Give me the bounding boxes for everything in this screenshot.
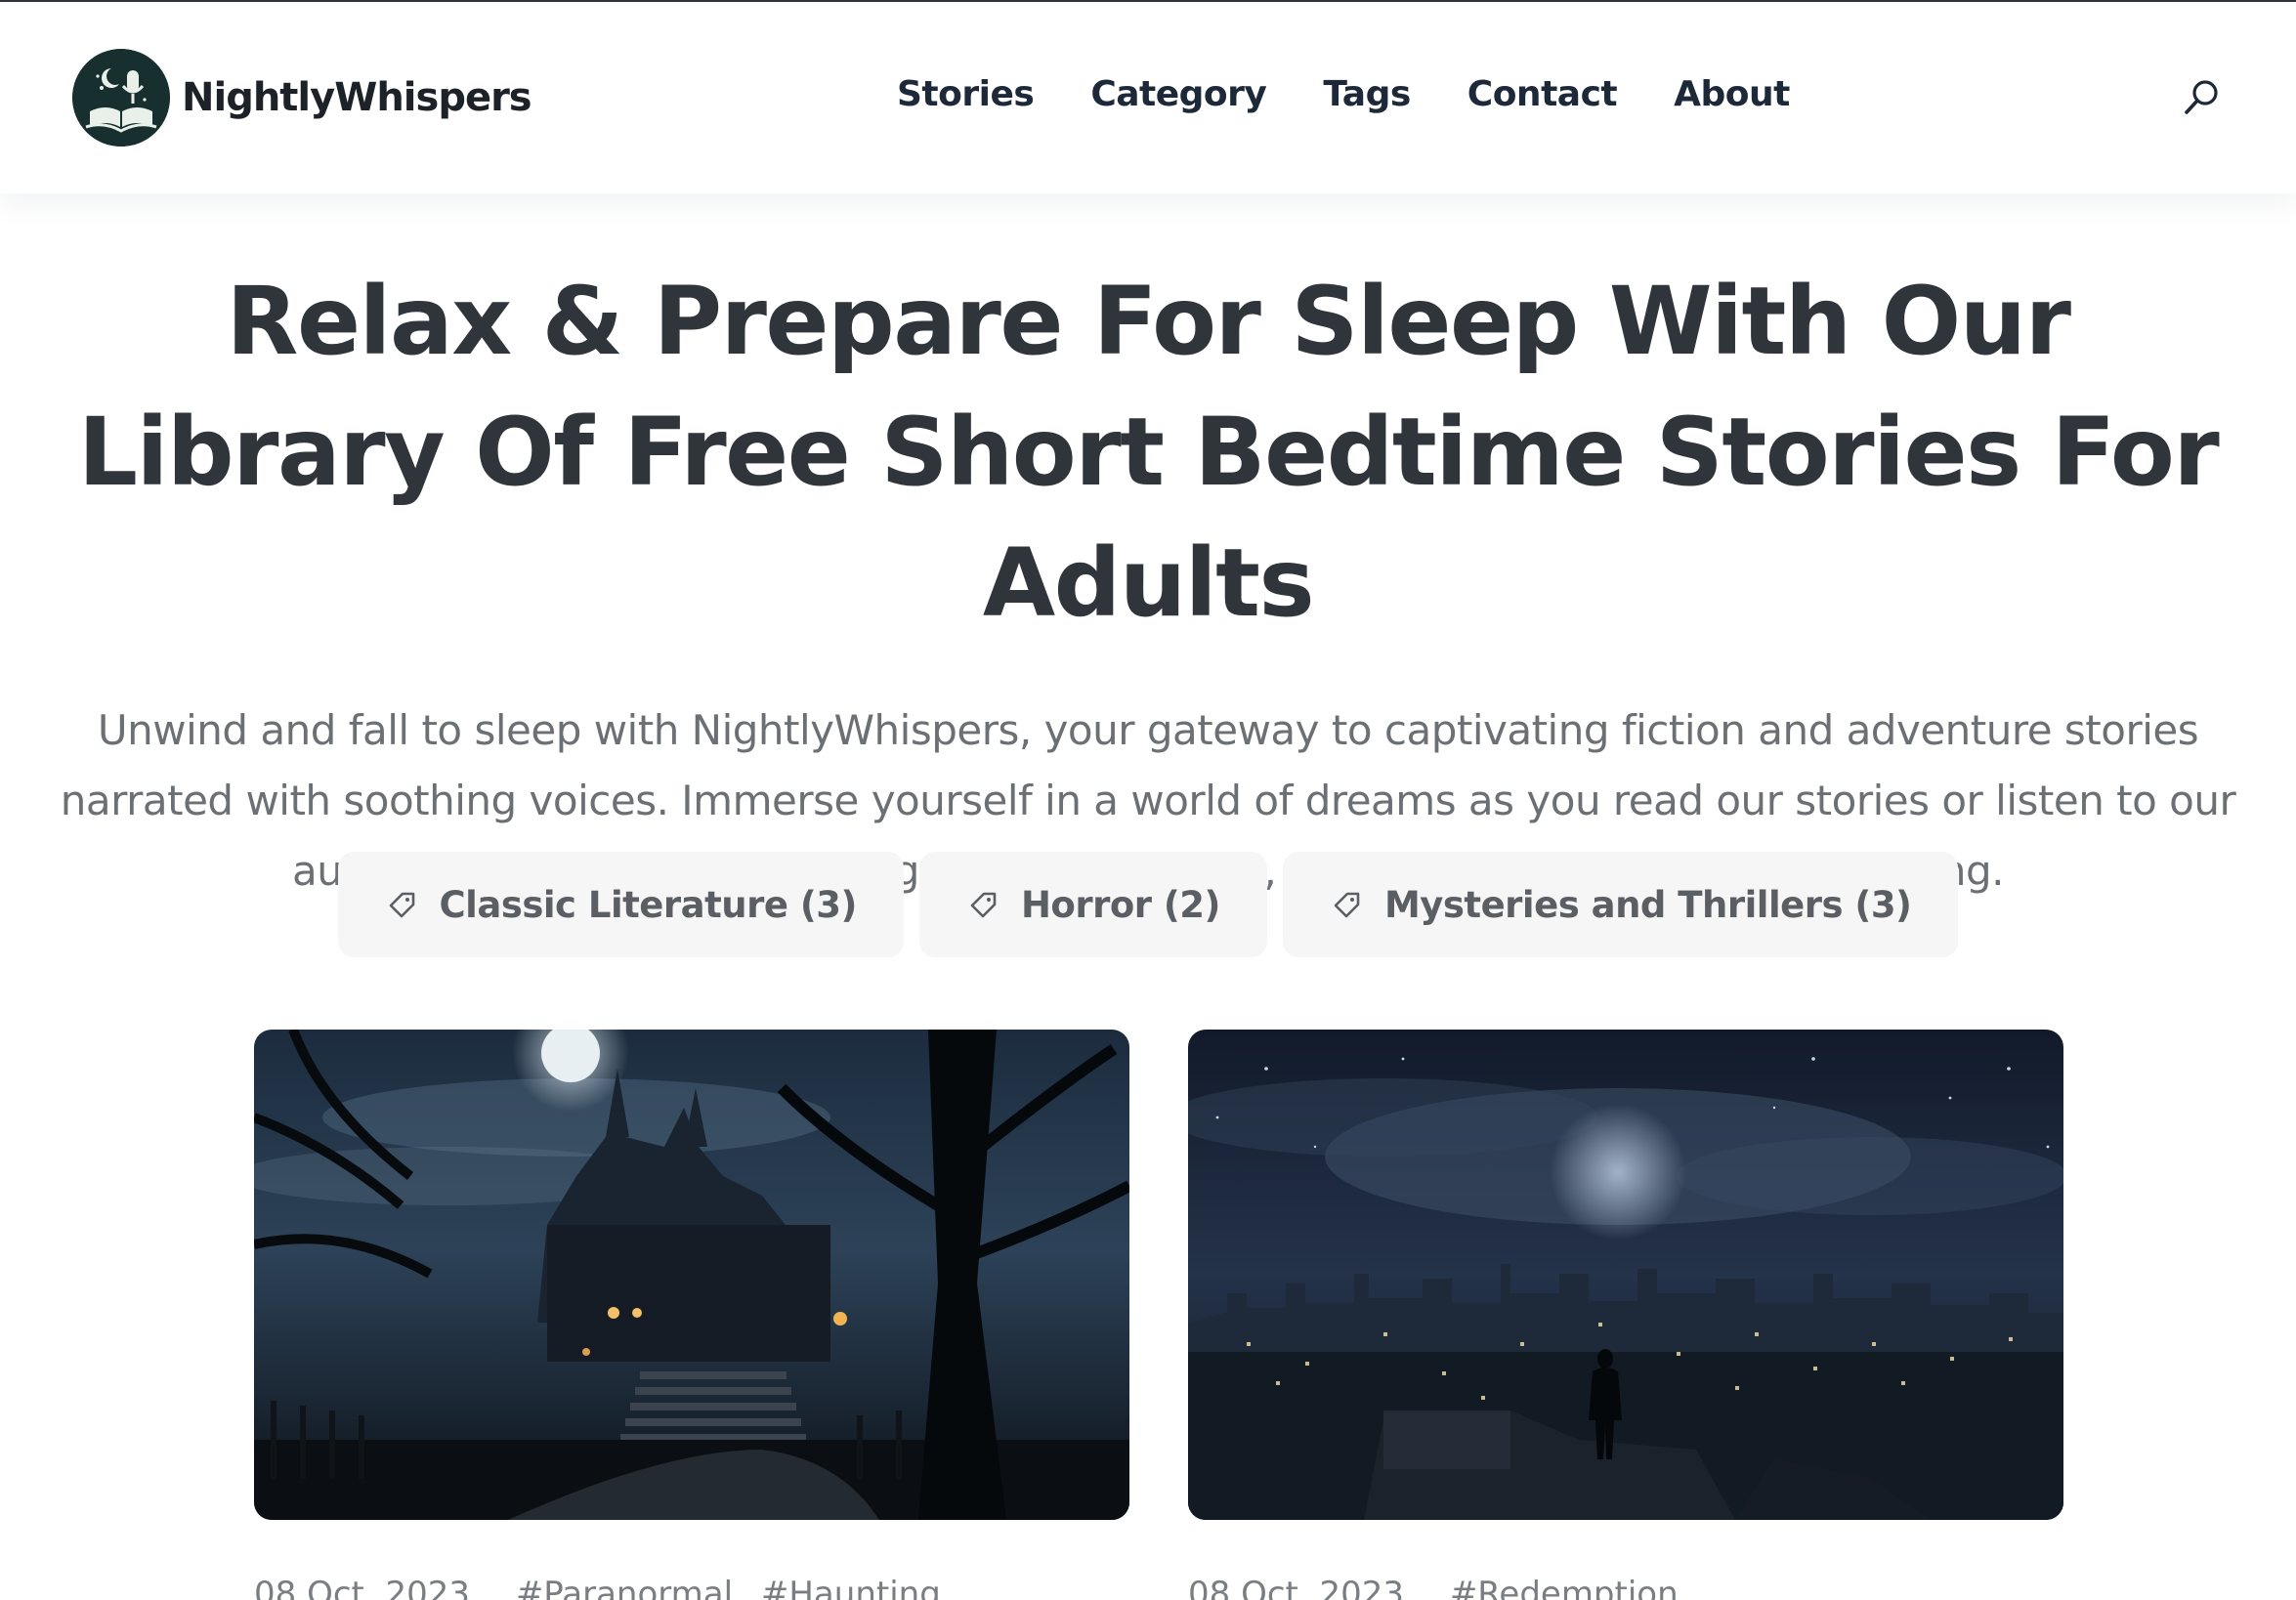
nav-about[interactable]: About	[1674, 74, 1790, 114]
story-card[interactable]: 08 Oct, 2023 #Paranormal #Haunting	[254, 1030, 1129, 1600]
category-chip-label: Mysteries and Thrillers (3)	[1383, 883, 1912, 926]
category-chip-classic-literature[interactable]: Classic Literature (3)	[337, 852, 904, 957]
story-image-haunted-mansion[interactable]	[254, 1030, 1129, 1520]
search-button[interactable]	[2181, 76, 2224, 119]
site-logo[interactable]: NightlyWhispers	[72, 49, 532, 147]
nav-contact[interactable]: Contact	[1467, 74, 1618, 114]
story-tag[interactable]: #Redemption	[1450, 1575, 1679, 1600]
nav-category[interactable]: Category	[1090, 74, 1267, 114]
tag-icon	[389, 892, 414, 918]
main-nav: Stories Category Tags Contact About	[897, 74, 1847, 114]
story-image-night-city[interactable]	[1188, 1030, 2063, 1520]
hero-section: Relax & Prepare For Sleep With Our Libra…	[0, 256, 2296, 906]
category-chip-label: Classic Literature (3)	[439, 883, 858, 926]
story-meta: 08 Oct, 2023 #Paranormal #Haunting	[254, 1575, 1129, 1600]
logo-icon	[72, 49, 170, 147]
tag-icon	[1334, 892, 1360, 918]
tag-icon	[970, 892, 997, 918]
story-tag[interactable]: #Haunting	[761, 1575, 941, 1600]
story-date: 08 Oct, 2023	[1188, 1575, 1404, 1600]
site-header: NightlyWhispers Stories Category Tags Co…	[0, 2, 2296, 193]
story-meta: 08 Oct, 2023 #Redemption	[1188, 1575, 2063, 1600]
category-tags: Classic Literature (3) Horror (2) Myster…	[0, 852, 2296, 957]
category-chip-label: Horror (2)	[1020, 883, 1221, 926]
story-tag[interactable]: #Paranormal	[516, 1575, 733, 1600]
story-cards: 08 Oct, 2023 #Paranormal #Haunting 08 Oc…	[254, 1030, 2122, 1600]
search-icon	[2185, 80, 2218, 114]
logo-text: NightlyWhispers	[182, 75, 532, 120]
story-date: 08 Oct, 2023	[254, 1575, 470, 1600]
category-chip-horror[interactable]: Horror (2)	[918, 852, 1267, 957]
nav-stories[interactable]: Stories	[897, 74, 1035, 114]
nav-tags[interactable]: Tags	[1323, 74, 1411, 114]
page-title: Relax & Prepare For Sleep With Our Libra…	[77, 267, 2220, 638]
story-card[interactable]: 08 Oct, 2023 #Redemption	[1188, 1030, 2063, 1600]
category-chip-mysteries-thrillers[interactable]: Mysteries and Thrillers (3)	[1282, 852, 1959, 957]
